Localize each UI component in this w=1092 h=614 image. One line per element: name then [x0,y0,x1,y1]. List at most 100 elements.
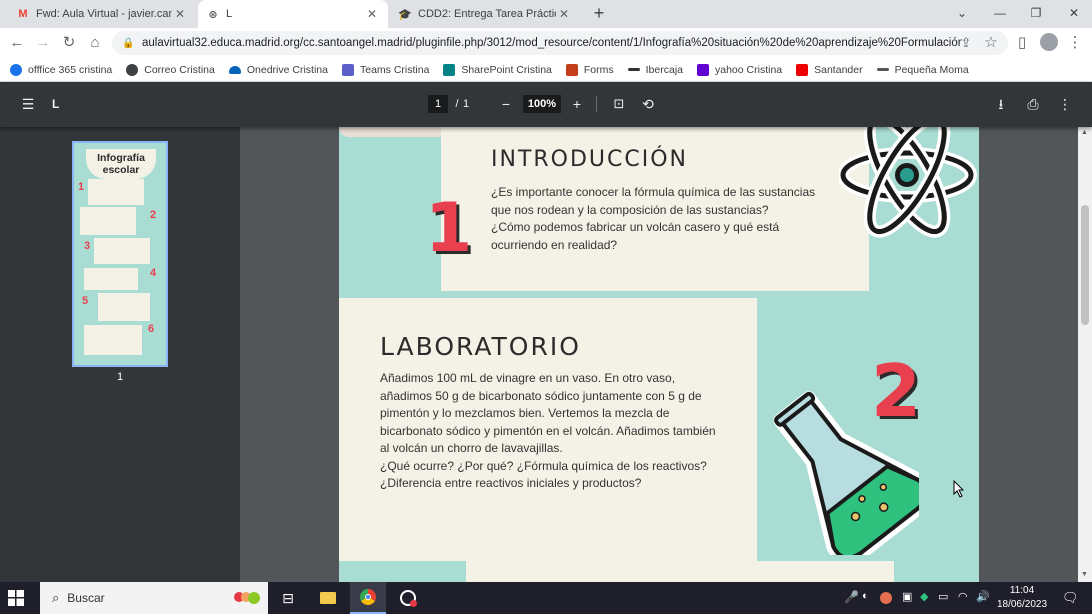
bookmark-office365[interactable]: offfice 365 cristina [10,63,112,76]
reload-icon[interactable]: ↻ [58,32,80,54]
side-panel-icon[interactable]: ▯ [1011,32,1033,54]
close-tab-icon[interactable]: ✕ [364,7,380,21]
bookmark-teams[interactable]: Teams Cristina [341,63,429,76]
office-icon [10,63,22,76]
battery-icon[interactable]: ▭ [938,590,948,603]
bookmark-onedrive[interactable]: Onedrive Cristina [228,63,328,76]
rotate-icon[interactable]: ⟲ [639,94,657,114]
sharepoint-icon [443,63,456,76]
thumb-block [88,179,144,205]
lab-text: Añadimos 100 mL de vinagre en un vaso. E… [380,371,716,490]
next-card [466,561,894,582]
clock[interactable]: 11:04 18/06/2023 [990,584,1054,612]
scroll-up-icon[interactable]: ▲ [1081,129,1088,136]
profile-avatar[interactable] [1040,33,1058,51]
tray-app-icon[interactable]: ▣ [902,590,912,603]
tab-pdf[interactable]: ⊛ L ✕ [198,0,388,28]
bookmark-label: Pequeña Moma [894,63,969,76]
bookmark-ibercaja[interactable]: Ibercaja [627,64,683,76]
task-view-icon[interactable]: ⊟ [270,582,306,614]
search-icon: ⌕ [52,590,60,605]
windows-start-icon[interactable] [8,590,24,606]
thumb-block [84,268,138,290]
decor-shape [339,561,466,582]
yahoo-icon [697,63,709,76]
moodle-icon: ⊛ [208,8,218,21]
bookmark-forms[interactable]: Forms [565,63,614,76]
zoom-out-icon[interactable]: − [497,94,515,114]
tray-app-icon[interactable]: ◐ [862,590,869,602]
close-tab-icon[interactable]: ✕ [172,7,188,21]
forward-icon[interactable]: → [32,32,54,54]
vertical-scrollbar[interactable]: ▲ ▼ [1078,127,1092,582]
bookmark-correo[interactable]: Correo Cristina [126,63,215,76]
clock-time: 11:04 [1009,585,1035,596]
intro-text: ¿Es importante conocer la fórmula químic… [491,185,816,252]
mouse-cursor-icon [953,480,965,498]
zoom-input[interactable]: 100% [523,95,561,113]
bookmark-sharepoint[interactable]: SharePoint Cristina [443,63,552,76]
scrollbar-thumb[interactable] [1081,205,1089,325]
search-placeholder: Buscar [67,591,105,605]
close-tab-icon[interactable]: ✕ [556,7,572,21]
back-icon[interactable]: ← [6,32,28,54]
pdf-viewer[interactable]: 1 INTRODUCCIÓN ¿Es importante conocer la… [240,127,1078,582]
pdf-menu-icon[interactable]: ☰ [18,94,38,114]
volume-icon[interactable]: 🔊 [976,590,990,603]
scroll-down-icon[interactable]: ▼ [1081,571,1088,578]
tray-app-icon[interactable]: ◆ [920,590,928,603]
restore-button[interactable]: ❐ [1018,0,1054,28]
page-thumbnail[interactable]: Infografía escolar 1 2 3 4 5 6 [72,141,168,367]
tab-search-icon[interactable]: ⌄ [944,0,980,28]
fit-page-icon[interactable]: ⊡ [610,94,628,114]
minimize-button[interactable]: — [982,0,1018,28]
tab-gmail[interactable]: M Fwd: Aula Virtual - javier.cano@c ✕ [8,0,196,28]
bookmark-label: Forms [583,63,614,76]
bookmark-label: Correo Cristina [144,63,215,76]
intro-title: INTRODUCCIÓN [491,147,689,172]
bookmark-moma[interactable]: Pequeña Moma [876,63,969,76]
share-icon[interactable]: ⇪ [955,32,977,54]
new-tab-button[interactable]: + [590,4,608,22]
page-number-input[interactable]: 1 [428,95,448,113]
windows-taskbar: ⌕ Buscar ⊟ 🎤 ◐ ▣ ◆ ▭ ◠ 🔊 11:04 18/06/202… [0,582,1092,614]
bookmark-santander[interactable]: Santander [796,63,863,76]
recorder-icon[interactable] [390,582,426,614]
clock-date: 18/06/2023 [996,599,1048,610]
thumb-number: 5 [82,295,89,307]
home-icon[interactable]: ⌂ [84,32,106,54]
download-icon[interactable]: ⭳ [992,94,1010,114]
more-options-icon[interactable]: ⋮ [1056,94,1074,114]
thumb-block [98,293,150,321]
thumb-number: 2 [150,209,157,221]
office-logo-icon [565,63,578,76]
screen: M Fwd: Aula Virtual - javier.cano@c ✕ ⊛ … [0,0,1092,614]
bookmark-yahoo[interactable]: yahoo Cristina [697,63,783,76]
onedrive-icon [228,65,241,74]
bookmark-label: Onedrive Cristina [246,63,328,76]
intro-number: 1 [425,189,473,268]
thumb-number: 3 [84,240,91,252]
chrome-taskbar-icon[interactable] [350,582,386,614]
tray-app-icon[interactable] [880,592,892,604]
bookmark-label: yahoo Cristina [715,63,783,76]
wifi-icon[interactable]: ◠ [958,590,968,603]
taskbar-search-box[interactable]: ⌕ Buscar [40,582,268,614]
zoom-in-icon[interactable]: + [568,94,586,114]
thumb-block [80,207,136,235]
tab-cdd2[interactable]: 🎓 CDD2: Entrega Tarea Práctica 4 - ✕ [390,0,580,28]
ibercaja-icon [627,68,640,71]
bookmark-star-icon[interactable]: ☆ [980,32,1002,54]
microphone-icon[interactable]: 🎤 [844,590,859,604]
url-text[interactable]: aulavirtual32.educa.madrid.org/cc.santoa… [142,37,962,49]
lock-icon[interactable]: 🔒 [122,38,136,49]
close-window-button[interactable]: ✕ [1056,0,1092,28]
menu-kebab-icon[interactable]: ⋮ [1064,32,1086,54]
file-explorer-icon[interactable] [310,582,346,614]
browser-toolbar: ← → ↻ ⌂ 🔒 aulavirtual32.educa.madrid.org… [0,28,1092,58]
thumbnail-sidebar: Infografía escolar 1 2 3 4 5 6 1 [0,127,240,582]
address-bar[interactable]: 🔒 aulavirtual32.educa.madrid.org/cc.sant… [112,31,1008,55]
thumb-title: Infografía escolar [97,152,145,176]
notification-icon[interactable]: 🗨 [1062,590,1079,606]
print-icon[interactable]: ⎙ [1024,94,1042,114]
